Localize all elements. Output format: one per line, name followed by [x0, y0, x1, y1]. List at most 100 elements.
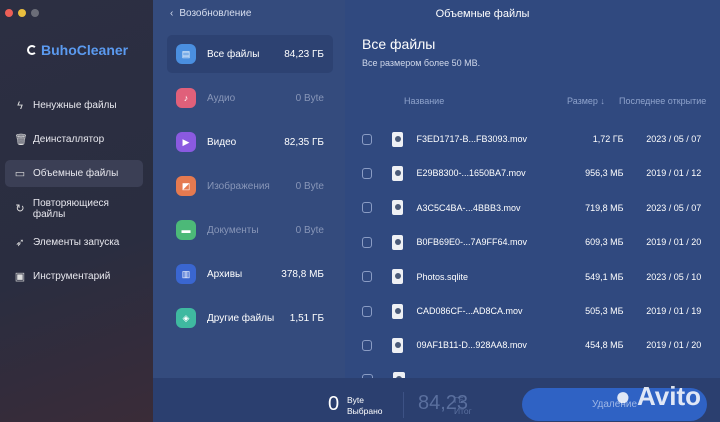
file-icon: [391, 131, 403, 147]
file-size: 454,8 МБ: [585, 340, 624, 351]
file-name: F3ED1717-B...FB3093.mov: [416, 134, 528, 144]
file-size: 609,3 МБ: [585, 237, 624, 248]
category-item[interactable]: ▶ Видео 82,35 ГБ: [167, 123, 333, 161]
file-date: 2019 / 01 / 20: [646, 340, 702, 351]
file-date: 2019 / 01 / 12: [646, 168, 702, 179]
back-label: Возобновление: [179, 8, 252, 19]
category-icon: ◈: [176, 308, 196, 328]
category-label: Все файлы: [207, 48, 260, 60]
total-unit: ГБ: [454, 395, 465, 405]
row-checkbox[interactable]: [362, 339, 372, 351]
zoom-button[interactable]: [31, 9, 39, 17]
table-row[interactable]: F3ED1717-B...FB3093.mov 1,72 ГБ 2023 / 05 …: [355, 124, 720, 154]
file-name: E29B8300-...1650BA7.mov: [416, 168, 526, 179]
category-size: 378,8 МБ: [281, 268, 324, 280]
row-checkbox[interactable]: [362, 167, 372, 179]
file-size: 549,1 МБ: [585, 271, 624, 282]
category-label: Другие файлы: [207, 312, 275, 324]
rocket-icon: ➶: [15, 237, 25, 249]
file-name: A3C5C4BA-...4BBB3.mov: [416, 202, 521, 213]
file-icon: [391, 165, 403, 181]
category-item[interactable]: ▥ Архивы 378,8 МБ: [167, 255, 333, 293]
trash-icon: 🗑: [14, 134, 28, 146]
chevron-left-icon: ‹: [170, 8, 174, 19]
sidebar-item-label: Элементы запуска: [33, 237, 120, 248]
table-row[interactable]: B0FB69E0-...7A9FF64.mov 609,3 МБ 2019 / 01…: [355, 227, 720, 257]
sidebar-item-label: Повторяющиеся файлы: [32, 197, 109, 220]
category-size: 0 Byte: [295, 180, 324, 192]
sidebar-item-label: Инструментарий: [33, 271, 111, 282]
file-icon: [391, 269, 403, 285]
category-icon: ▶: [176, 132, 196, 152]
file-date: 2023 / 05 / 10: [646, 271, 702, 282]
table-row[interactable]: E29B8300-...1650BA7.mov 956,3 МБ 2019 / 01…: [355, 158, 720, 188]
category-label: Аудио: [207, 92, 236, 104]
row-checkbox[interactable]: [362, 133, 372, 145]
file-icon: [391, 337, 403, 353]
file-name: B0FB69E0-...7A9FF64.mov: [416, 237, 528, 248]
sidebar-item[interactable]: 🗑 Деинсталлятор: [5, 126, 143, 153]
category-label: Изображения: [207, 180, 270, 192]
table-row[interactable]: CAD086CF-...AD8CA.mov 505,3 МБ 2019 / 01 /…: [355, 296, 720, 326]
category-size: 0 Byte: [295, 92, 324, 104]
category-item[interactable]: ◈ Другие файлы 1,51 ГБ: [167, 299, 333, 337]
category-icon: ▬: [176, 220, 196, 240]
column-header-date[interactable]: Последнее открытие: [619, 96, 706, 106]
column-header-name[interactable]: Название: [404, 96, 444, 106]
file-date: 2019 / 01 / 20: [646, 237, 702, 248]
file-name: CAD086CF-...AD8CA.mov: [416, 306, 523, 316]
sidebar-item[interactable]: ▭ Объемные файлы: [5, 160, 143, 187]
window-controls: [5, 9, 39, 17]
row-checkbox[interactable]: [362, 236, 372, 248]
table-row[interactable]: Photos.sqlite 549,1 МБ 2023 / 05 / 10: [355, 262, 720, 292]
minimize-button[interactable]: [18, 9, 26, 17]
file-size: 719,8 МБ: [585, 202, 624, 213]
column-header-size[interactable]: Размер ↓: [567, 96, 605, 106]
category-icon: ♪: [176, 88, 196, 108]
category-item[interactable]: ♪ Аудио 0 Byte: [167, 79, 333, 117]
selected-caption: Byte Выбрано: [347, 395, 383, 417]
sidebar-item-label: Объемные файлы: [33, 168, 119, 179]
category-size: 1,51 ГБ: [289, 312, 324, 324]
selected-unit: Byte: [347, 395, 365, 405]
table-row[interactable]: 09AF1B11-D...928AA8.mov 454,8 МБ 2019 / 01…: [355, 330, 720, 360]
category-icon: ◩: [176, 176, 196, 196]
table-row[interactable]: A3C5C4BA-...4BBB3.mov 719,8 МБ 2023 / 05 /…: [355, 193, 720, 223]
file-size: 1,72 ГБ: [592, 134, 624, 144]
total-label: Итог: [454, 406, 472, 416]
category-item[interactable]: ▤ Все файлы 84,23 ГБ: [167, 35, 333, 73]
file-name: 09AF1B11-D...928AA8.mov: [416, 340, 527, 351]
app-name: BuhoCleaner: [41, 42, 129, 58]
category-icon: ▤: [176, 44, 196, 64]
sidebar-item[interactable]: ↻ Повторяющиеся файлы: [5, 195, 143, 222]
back-button[interactable]: ‹ Возобновление: [170, 8, 251, 19]
sidebar-item[interactable]: ➶ Элементы запуска: [5, 229, 143, 256]
sidebar-item-label: Ненужные файлы: [33, 100, 117, 111]
category-size: 0 Byte: [295, 224, 324, 236]
buho-logo-icon: [27, 45, 37, 55]
refresh-icon: ↻: [15, 203, 25, 215]
sidebar-item[interactable]: ϟ Ненужные файлы: [5, 92, 143, 119]
category-label: Видео: [207, 136, 237, 148]
category-label: Документы: [207, 224, 259, 236]
toolbox-icon: ▣: [14, 271, 26, 283]
close-button[interactable]: [5, 9, 13, 17]
file-date: 2019 / 01 / 19: [646, 306, 702, 316]
selected-size: 0: [328, 393, 340, 415]
file-icon: [391, 200, 403, 216]
file-icon: [391, 303, 403, 319]
row-checkbox[interactable]: [362, 271, 372, 283]
category-size: 82,35 ГБ: [284, 136, 324, 148]
file-date: 2023 / 05 / 07: [646, 134, 702, 144]
category-item[interactable]: ◩ Изображения 0 Byte: [167, 167, 333, 205]
category-item[interactable]: ▬ Документы 0 Byte: [167, 211, 333, 249]
row-checkbox[interactable]: [362, 305, 372, 317]
app-logo: BuhoCleaner: [27, 42, 128, 58]
row-checkbox[interactable]: [362, 202, 372, 214]
lightning-icon: ϟ: [17, 99, 23, 112]
folder-icon: ▭: [14, 168, 26, 180]
sidebar-item[interactable]: ▣ Инструментарий: [5, 263, 143, 290]
total-caption: ГБ Итог: [454, 395, 472, 417]
category-icon: ▥: [176, 264, 196, 284]
file-size: 505,3 МБ: [585, 306, 624, 316]
